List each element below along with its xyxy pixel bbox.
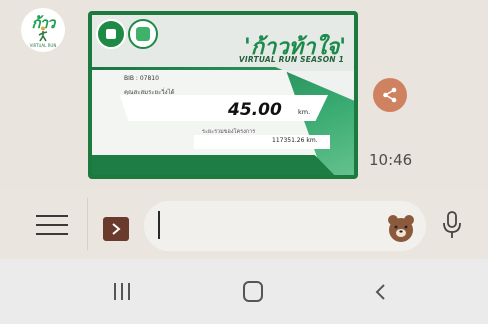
image-message-card[interactable]: 'ก้าวท้าใจ' VIRTUAL RUN SEASON 1 BIB : 0… [88, 11, 358, 179]
message-time: 10:46 [369, 151, 413, 169]
system-nav-bar [0, 259, 488, 324]
chevron-right-icon [112, 223, 121, 235]
distance-box [120, 95, 328, 121]
run-logo [128, 19, 158, 49]
ministry-logo [96, 19, 126, 49]
total-label: ระยะรวมของโครงการ [202, 129, 256, 135]
home-icon[interactable] [243, 281, 263, 302]
back-icon[interactable] [374, 283, 386, 301]
text-cursor [158, 211, 160, 239]
certificate-image: 'ก้าวท้าใจ' VIRTUAL RUN SEASON 1 BIB : 0… [92, 15, 354, 175]
divider [87, 198, 88, 250]
runner-icon [38, 26, 48, 42]
distance-unit: km. [298, 108, 311, 116]
distance-value: 45.00 [228, 100, 282, 120]
chat-area: ก้าว VIRTUAL RUN 'ก้าวท้าใจ' VIRTUAL RUN… [0, 0, 488, 188]
bib-number: BIB : 07810 [124, 75, 159, 82]
recents-icon[interactable] [112, 283, 132, 300]
mic-icon[interactable] [440, 210, 464, 240]
message-input[interactable] [144, 201, 426, 251]
sender-avatar[interactable]: ก้าว VIRTUAL RUN [21, 8, 65, 52]
bear-sticker-icon[interactable] [386, 213, 416, 243]
total-value: 117351.26 km. [272, 137, 318, 144]
share-icon [383, 87, 397, 103]
menu-icon[interactable] [36, 215, 68, 235]
certificate-subtitle: VIRTUAL RUN SEASON 1 [238, 55, 344, 64]
share-button[interactable] [373, 78, 407, 112]
bottom-stripe [92, 155, 339, 175]
avatar-logo-sub: VIRTUAL RUN [29, 43, 57, 48]
expand-button[interactable] [103, 217, 129, 241]
message-input-bar [0, 188, 488, 259]
